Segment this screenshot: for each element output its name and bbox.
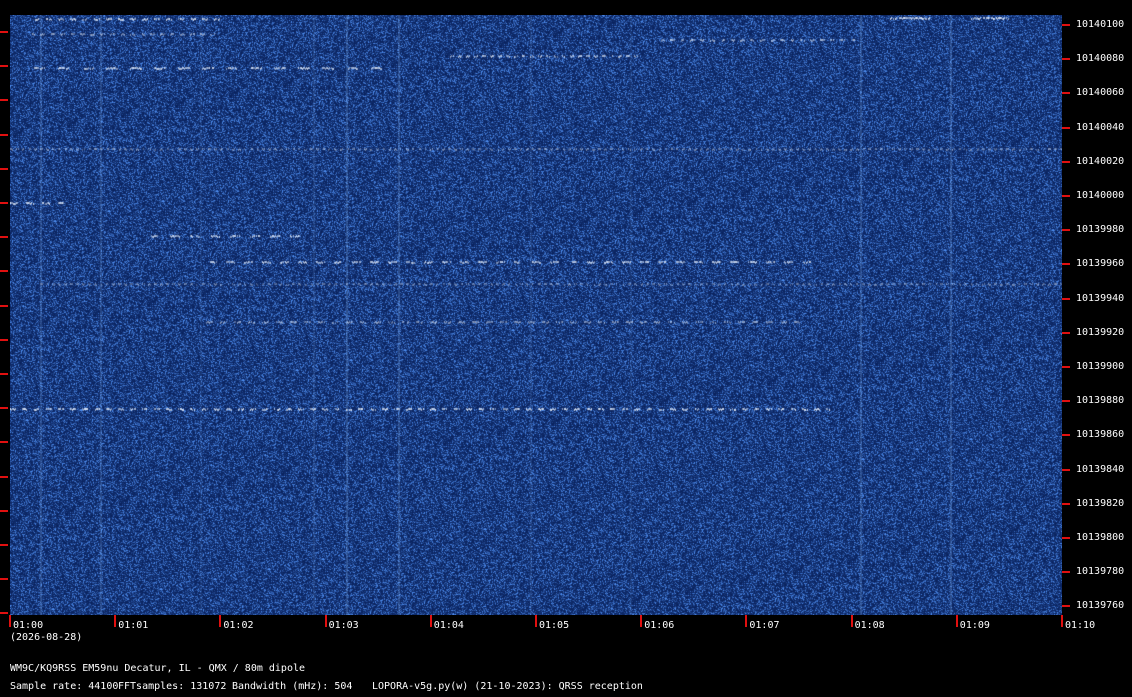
- time-tick: [219, 615, 222, 627]
- freq-label: 10139940: [1076, 292, 1125, 304]
- bandwidth-text: Bandwidth (mHz): 504: [232, 681, 353, 692]
- freq-tick-right: [1062, 400, 1070, 403]
- time-tick: [745, 615, 748, 627]
- freq-tick-left: [0, 167, 8, 170]
- time-tick: [955, 615, 958, 627]
- freq-tick-left: [0, 475, 8, 478]
- freq-tick-left: [0, 270, 8, 273]
- freq-tick-left: [0, 612, 8, 615]
- time-tick: [114, 615, 117, 627]
- freq-tick-right: [1062, 605, 1070, 608]
- time-label: 01:02: [223, 620, 254, 631]
- freq-tick-right: [1062, 92, 1070, 95]
- station-info: WM9C/KQ9RSS EM59nu Decatur, IL - QMX / 8…: [10, 663, 306, 674]
- freq-tick-right: [1062, 502, 1070, 505]
- freq-tick-right: [1062, 263, 1070, 266]
- freq-tick-left: [0, 304, 8, 307]
- freq-tick-left: [0, 99, 8, 102]
- freq-label: 10140080: [1076, 53, 1125, 65]
- time-tick: [429, 615, 432, 627]
- spectrogram-canvas: [10, 15, 1062, 615]
- freq-tick-left: [0, 509, 8, 512]
- freq-tick-left: [0, 441, 8, 444]
- software-text: LOPORA-v5g.py(w) (21-10-2023): QRSS rece…: [372, 681, 643, 692]
- freq-label: 10140100: [1076, 19, 1125, 30]
- freq-tick-right: [1062, 160, 1070, 163]
- time-label: 01:10: [1065, 620, 1096, 631]
- time-tick: [324, 615, 327, 627]
- sample-rate-text: Sample rate: 44100: [10, 681, 119, 692]
- waterfall-spectrogram: [10, 15, 1062, 615]
- freq-label: 10139820: [1076, 497, 1125, 509]
- freq-label: 10139980: [1076, 224, 1125, 236]
- time-tick: [850, 615, 853, 627]
- freq-label: 10139800: [1076, 532, 1125, 543]
- freq-tick-right: [1062, 24, 1070, 26]
- freq-tick-left: [0, 544, 8, 546]
- freq-label: 10139760: [1076, 600, 1125, 612]
- time-tick: [1061, 615, 1063, 627]
- time-label: 01:08: [854, 620, 885, 631]
- freq-tick-right: [1062, 195, 1070, 197]
- freq-tick-left: [0, 133, 8, 136]
- freq-tick-right: [1062, 537, 1070, 539]
- freq-tick-right: [1062, 434, 1070, 437]
- freq-tick-left: [0, 578, 8, 581]
- freq-label: 10139920: [1076, 326, 1125, 338]
- time-label: 01:04: [433, 620, 464, 631]
- freq-label: 10139840: [1076, 463, 1125, 475]
- time-label: 01:03: [328, 620, 359, 631]
- time-label: 01:00: [13, 620, 44, 631]
- freq-tick-left: [0, 202, 8, 204]
- time-tick: [535, 615, 537, 627]
- freq-tick-left: [0, 407, 8, 410]
- time-label: 01:06: [644, 620, 675, 631]
- freq-tick-right: [1062, 58, 1070, 61]
- freq-tick-right: [1062, 366, 1070, 368]
- freq-tick-left: [0, 31, 8, 33]
- freq-tick-right: [1062, 331, 1070, 334]
- freq-tick-left: [0, 65, 8, 68]
- freq-label: 10140060: [1076, 87, 1125, 99]
- freq-label: 10139900: [1076, 361, 1125, 372]
- time-label: 01:09: [959, 620, 990, 631]
- time-label: 01:01: [118, 620, 149, 631]
- freq-label: 10140000: [1076, 190, 1125, 201]
- freq-label: 10140020: [1076, 155, 1125, 167]
- time-label: 01:05: [539, 620, 570, 631]
- freq-tick-right: [1062, 468, 1070, 471]
- freq-tick-left: [0, 338, 8, 341]
- freq-tick-right: [1062, 126, 1070, 129]
- freq-label: 10140040: [1076, 121, 1125, 133]
- freq-label: 10139860: [1076, 429, 1125, 441]
- freq-label: 10139880: [1076, 395, 1125, 407]
- freq-tick-right: [1062, 229, 1070, 232]
- freq-tick-left: [0, 236, 8, 239]
- freq-tick-right: [1062, 297, 1070, 300]
- freq-tick-right: [1062, 571, 1070, 574]
- freq-label: 10139960: [1076, 258, 1125, 270]
- date-label: (2026-08-28): [10, 632, 83, 643]
- fft-samples-text: FFTsamples: 131072: [118, 681, 227, 692]
- freq-label: 10139780: [1076, 566, 1125, 578]
- freq-tick-left: [0, 373, 8, 375]
- time-tick: [9, 615, 11, 627]
- time-tick: [640, 615, 643, 627]
- time-label: 01:07: [749, 620, 780, 631]
